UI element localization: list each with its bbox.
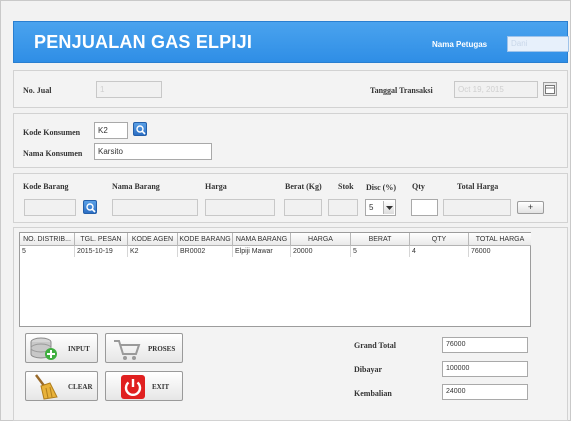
search-icon [86, 203, 96, 213]
consumer-search-button[interactable] [133, 122, 147, 136]
paid-label: Dibayar [354, 365, 382, 374]
clear-button[interactable]: CLEAR [25, 371, 98, 401]
column-header[interactable]: TOTAL HARGA [469, 233, 531, 246]
broom-icon [35, 374, 58, 400]
column-header[interactable]: NAMA BARANG [233, 233, 291, 246]
search-icon [136, 125, 146, 135]
qty-field[interactable] [411, 199, 438, 216]
item-code-field[interactable] [24, 199, 76, 216]
table-cell: BR0002 [178, 246, 233, 257]
total-price-field[interactable] [443, 199, 511, 216]
table-cell: 76000 [471, 248, 491, 255]
discount-select[interactable]: 5 [365, 199, 396, 216]
add-item-button[interactable]: + [517, 201, 544, 214]
item-stock-label: Stok [338, 182, 354, 191]
item-price-field[interactable] [205, 199, 275, 216]
table-cell: 20000 [291, 246, 351, 257]
input-button-label: INPUT [68, 345, 90, 353]
table-cell: Elpiji Mawar [233, 246, 291, 257]
change-label: Kembalian [354, 389, 392, 398]
item-stock-field[interactable] [328, 199, 358, 216]
item-price-label: Harga [205, 182, 227, 191]
table-header: NO. DISTRIB... TGL. PESAN KODE AGEN KODE… [20, 233, 531, 246]
table-cell: K2 [128, 246, 178, 257]
column-header[interactable]: KODE BARANG [178, 233, 233, 246]
column-header[interactable]: BERAT [351, 233, 410, 246]
item-name-field[interactable] [112, 199, 198, 216]
officer-label: Nama Petugas [432, 40, 488, 49]
transaction-date-field[interactable]: Oct 19, 2015 [454, 81, 538, 98]
chevron-down-icon[interactable] [383, 201, 394, 214]
item-search-button[interactable] [83, 200, 97, 214]
item-discount-label: Disc (%) [366, 183, 396, 192]
power-icon [121, 375, 145, 399]
table-cell: 2015-10-19 [75, 246, 128, 257]
item-qty-label: Qty [412, 182, 425, 191]
consumer-name-field[interactable]: Karsito [94, 143, 212, 160]
table-cell: 4 [410, 246, 469, 257]
paid-field[interactable]: 100000 [442, 361, 528, 377]
calendar-button[interactable] [543, 82, 557, 96]
item-code-label: Kode Barang [23, 182, 69, 191]
item-entry-panel: Kode Barang Nama Barang Harga Berat (Kg)… [13, 173, 568, 223]
item-weight-field[interactable] [284, 199, 322, 216]
officer-field[interactable]: Dani [507, 36, 569, 52]
consumer-panel: Kode Konsumen K2 Nama Konsumen Karsito [13, 113, 568, 168]
header-bar: PENJUALAN GAS ELPIJI Nama Petugas Dani [13, 21, 569, 63]
proses-button[interactable]: PROSES [105, 333, 183, 363]
clear-button-label: CLEAR [68, 383, 93, 391]
transaction-table[interactable]: NO. DISTRIB... TGL. PESAN KODE AGEN KODE… [19, 232, 531, 327]
database-add-icon [30, 337, 57, 360]
sale-number-field[interactable]: 1 [96, 81, 162, 98]
change-field[interactable]: 24000 [442, 384, 528, 400]
item-name-label: Nama Barang [112, 182, 160, 191]
consumer-code-label: Kode Konsumen [23, 128, 81, 137]
table-row[interactable]: 5 2015-10-19 K2 BR0002 Elpiji Mawar 2000… [20, 246, 531, 257]
discount-value: 5 [369, 203, 374, 212]
item-weight-label: Berat (Kg) [285, 182, 322, 191]
item-total-label: Total Harga [457, 182, 499, 191]
page-title: PENJUALAN GAS ELPIJI [34, 32, 253, 52]
consumer-code-field[interactable]: K2 [94, 122, 128, 139]
consumer-name-label: Nama Konsumen [23, 149, 83, 158]
sale-info-panel: No. Jual 1 Tanggal Transaksi Oct 19, 201… [13, 70, 568, 108]
column-header[interactable]: QTY [410, 233, 469, 246]
grand-total-label: Grand Total [354, 341, 397, 350]
exit-button[interactable]: EXIT [105, 371, 183, 401]
grand-total-field[interactable]: 76000 [442, 337, 528, 353]
column-header[interactable]: HARGA [291, 233, 351, 246]
proses-button-label: PROSES [148, 345, 176, 353]
input-button[interactable]: INPUT [25, 333, 98, 363]
table-cell: 5 [20, 246, 75, 257]
table-cell: 5 [351, 246, 410, 257]
exit-button-label: EXIT [152, 383, 170, 391]
sale-number-label: No. Jual [23, 86, 52, 95]
app-window: PENJUALAN GAS ELPIJI Nama Petugas Dani N… [0, 0, 571, 421]
column-header[interactable]: KODE AGEN [128, 233, 178, 246]
transaction-date-label: Tanggal Transaksi [370, 86, 433, 95]
calendar-icon [545, 85, 555, 94]
cart-icon [114, 340, 141, 360]
column-header[interactable]: TGL. PESAN [75, 233, 128, 246]
column-header[interactable]: NO. DISTRIB... [20, 233, 75, 246]
